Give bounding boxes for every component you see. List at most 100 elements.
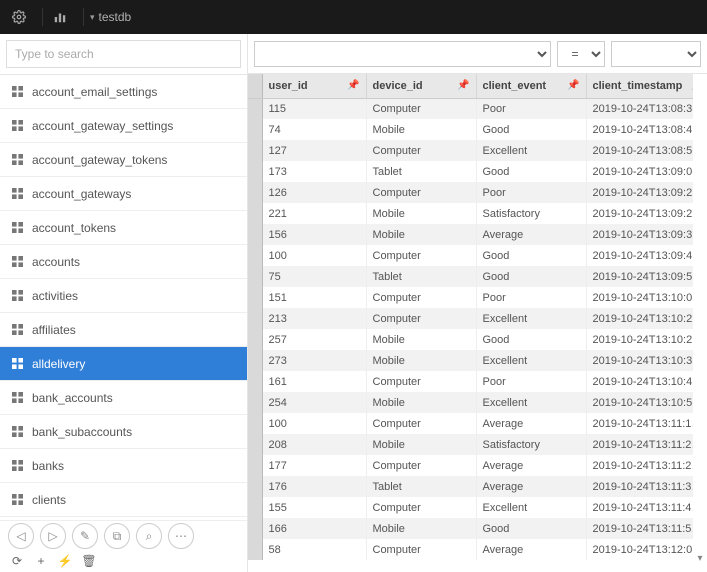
sidebar-item-activities[interactable]: activities [0, 279, 247, 313]
row-gutter[interactable] [248, 476, 262, 497]
search-input[interactable] [6, 40, 241, 68]
cell-client_timestamp[interactable]: 2019-10-24T13:09:28.3... [586, 203, 693, 224]
cell-client_event[interactable]: Excellent [476, 392, 586, 413]
cell-device_id[interactable]: Computer [366, 245, 476, 266]
row-gutter[interactable] [248, 371, 262, 392]
copy-button[interactable]: ⧉ [104, 523, 130, 549]
cell-device_id[interactable]: Mobile [366, 224, 476, 245]
cell-client_event[interactable]: Average [476, 539, 586, 560]
sidebar-item-account_email_settings[interactable]: account_email_settings [0, 75, 247, 109]
cell-device_id[interactable]: Computer [366, 287, 476, 308]
cell-user_id[interactable]: 166 [262, 518, 366, 539]
cell-client_timestamp[interactable]: 2019-10-24T13:11:49.1... [586, 497, 693, 518]
cell-client_event[interactable]: Good [476, 266, 586, 287]
cell-client_timestamp[interactable]: 2019-10-24T13:10:28.8... [586, 329, 693, 350]
table-row[interactable]: 166MobileGood2019-10-24T13:11:59.5... [248, 518, 693, 539]
column-header-user-id[interactable]: user_id📌 [262, 74, 366, 98]
row-gutter[interactable] [248, 98, 262, 119]
cell-client_timestamp[interactable]: 2019-10-24T13:08:38.8... [586, 98, 693, 119]
cell-device_id[interactable]: Mobile [366, 203, 476, 224]
cell-device_id[interactable]: Mobile [366, 392, 476, 413]
nav-back-button[interactable]: ◁ [8, 523, 34, 549]
sidebar-item-account_tokens[interactable]: account_tokens [0, 211, 247, 245]
cell-client_event[interactable]: Excellent [476, 497, 586, 518]
cell-user_id[interactable]: 156 [262, 224, 366, 245]
cell-client_timestamp[interactable]: 2019-10-24T13:11:28.4... [586, 455, 693, 476]
cell-client_timestamp[interactable]: 2019-10-24T13:10:39.1... [586, 350, 693, 371]
table-row[interactable]: 273MobileExcellent2019-10-24T13:10:39.1.… [248, 350, 693, 371]
cell-device_id[interactable]: Computer [366, 98, 476, 119]
edit-button[interactable]: ✎ [72, 523, 98, 549]
cell-client_timestamp[interactable]: 2019-10-24T13:10:59.8... [586, 392, 693, 413]
cell-client_event[interactable]: Excellent [476, 308, 586, 329]
cell-client_timestamp[interactable]: 2019-10-24T13:10:20.1... [586, 308, 693, 329]
row-gutter[interactable] [248, 308, 262, 329]
table-row[interactable]: 176TabletAverage2019-10-24T13:11:38.7... [248, 476, 693, 497]
table-row[interactable]: 100ComputerAverage2019-10-24T13:11:10.2.… [248, 413, 693, 434]
table-row[interactable]: 151ComputerPoor2019-10-24T13:10:09.7... [248, 287, 693, 308]
cell-user_id[interactable]: 75 [262, 266, 366, 287]
cell-client_event[interactable]: Satisfactory [476, 203, 586, 224]
cell-user_id[interactable]: 115 [262, 98, 366, 119]
row-gutter[interactable] [248, 161, 262, 182]
row-gutter[interactable] [248, 245, 262, 266]
cell-client_event[interactable]: Good [476, 245, 586, 266]
table-row[interactable]: 155ComputerExcellent2019-10-24T13:11:49.… [248, 497, 693, 518]
cell-user_id[interactable]: 58 [262, 539, 366, 560]
cell-user_id[interactable]: 257 [262, 329, 366, 350]
cell-device_id[interactable]: Computer [366, 413, 476, 434]
cell-client_timestamp[interactable]: 2019-10-24T13:11:20.6... [586, 434, 693, 455]
cell-client_event[interactable]: Poor [476, 371, 586, 392]
settings-icon[interactable] [8, 6, 30, 28]
cell-user_id[interactable]: 127 [262, 140, 366, 161]
cell-device_id[interactable]: Computer [366, 140, 476, 161]
cell-client_timestamp[interactable]: 2019-10-24T13:11:59.5... [586, 518, 693, 539]
cell-device_id[interactable]: Tablet [366, 266, 476, 287]
sidebar-item-account_gateways[interactable]: account_gateways [0, 177, 247, 211]
cell-user_id[interactable]: 74 [262, 119, 366, 140]
cell-client_event[interactable]: Poor [476, 98, 586, 119]
bolt-button[interactable]: ⚡ [56, 552, 74, 570]
table-row[interactable]: 75TabletGood2019-10-24T13:09:59.3... [248, 266, 693, 287]
cell-user_id[interactable]: 151 [262, 287, 366, 308]
table-row[interactable]: 254MobileExcellent2019-10-24T13:10:59.8.… [248, 392, 693, 413]
cell-user_id[interactable]: 126 [262, 182, 366, 203]
cell-user_id[interactable]: 254 [262, 392, 366, 413]
row-gutter[interactable] [248, 329, 262, 350]
cell-client_timestamp[interactable]: 2019-10-24T13:09:38.6... [586, 224, 693, 245]
cell-user_id[interactable]: 273 [262, 350, 366, 371]
cell-user_id[interactable]: 213 [262, 308, 366, 329]
cell-client_timestamp[interactable]: 2019-10-24T13:08:59.5... [586, 140, 693, 161]
row-gutter[interactable] [248, 140, 262, 161]
cell-client_event[interactable]: Excellent [476, 350, 586, 371]
cell-user_id[interactable]: 100 [262, 245, 366, 266]
cell-device_id[interactable]: Computer [366, 182, 476, 203]
row-gutter[interactable] [248, 350, 262, 371]
zoom-button[interactable]: ⌕ [136, 523, 162, 549]
cell-client_timestamp[interactable]: 2019-10-24T13:09:49.0... [586, 245, 693, 266]
table-row[interactable]: 173TabletGood2019-10-24T13:09:09.8... [248, 161, 693, 182]
row-gutter[interactable] [248, 392, 262, 413]
cell-user_id[interactable]: 173 [262, 161, 366, 182]
table-row[interactable]: 126ComputerPoor2019-10-24T13:09:20.2... [248, 182, 693, 203]
collapse-arrow[interactable]: ▾ [693, 74, 707, 572]
table-row[interactable]: 100ComputerGood2019-10-24T13:09:49.0... [248, 245, 693, 266]
row-gutter[interactable] [248, 434, 262, 455]
cell-client_event[interactable]: Average [476, 413, 586, 434]
cell-user_id[interactable]: 161 [262, 371, 366, 392]
data-grid[interactable]: user_id📌 device_id📌 client_event📌 client… [248, 74, 693, 572]
table-row[interactable]: 74MobileGood2019-10-24T13:08:49.1... [248, 119, 693, 140]
table-row[interactable]: 257MobileGood2019-10-24T13:10:28.8... [248, 329, 693, 350]
cell-device_id[interactable]: Computer [366, 308, 476, 329]
cell-device_id[interactable]: Tablet [366, 476, 476, 497]
row-gutter[interactable] [248, 518, 262, 539]
column-header-device-id[interactable]: device_id📌 [366, 74, 476, 98]
cell-user_id[interactable]: 177 [262, 455, 366, 476]
column-header-client-timestamp[interactable]: client_timestamp📌 [586, 74, 693, 98]
table-row[interactable]: 58ComputerAverage2019-10-24T13:12:09.8..… [248, 539, 693, 560]
cell-device_id[interactable]: Mobile [366, 329, 476, 350]
cell-client_timestamp[interactable]: 2019-10-24T13:10:49.5... [586, 371, 693, 392]
cell-client_event[interactable]: Good [476, 518, 586, 539]
cell-user_id[interactable]: 221 [262, 203, 366, 224]
table-row[interactable]: 213ComputerExcellent2019-10-24T13:10:20.… [248, 308, 693, 329]
